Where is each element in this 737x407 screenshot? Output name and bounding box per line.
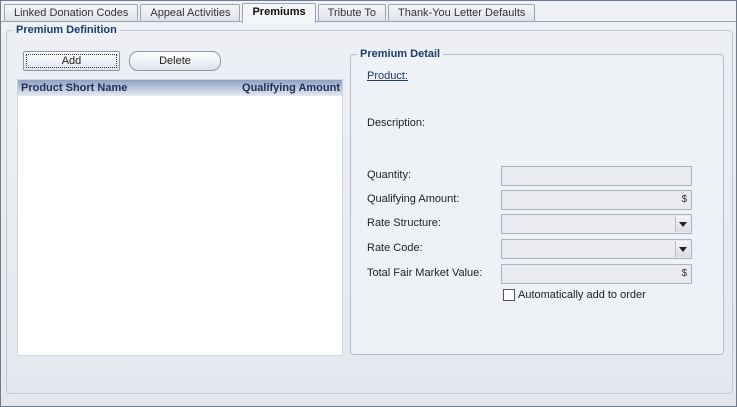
description-label: Description: xyxy=(367,117,426,129)
tab-bar: Linked Donation Codes Appeal Activities … xyxy=(4,3,537,23)
premium-grid[interactable]: Product Short Name Qualifying Amount xyxy=(17,79,343,356)
add-button[interactable]: Add xyxy=(23,51,120,71)
rate-code-label: Rate Code: xyxy=(367,242,423,254)
rate-code-select[interactable] xyxy=(501,239,692,259)
tab-divider xyxy=(1,21,736,22)
premium-definition-title: Premium Definition xyxy=(13,23,120,37)
delete-button[interactable]: Delete xyxy=(129,51,221,71)
tab-tribute-to[interactable]: Tribute To xyxy=(317,4,386,22)
auto-add-checkbox[interactable] xyxy=(503,289,515,301)
tab-thank-you-letter-defaults[interactable]: Thank-You Letter Defaults xyxy=(387,4,536,22)
qualifying-amount-label: Qualifying Amount: xyxy=(367,193,460,205)
qualifying-amount-input[interactable]: $ xyxy=(501,190,692,210)
premiums-window: Linked Donation Codes Appeal Activities … xyxy=(0,0,737,407)
tab-appeal-activities[interactable]: Appeal Activities xyxy=(140,4,241,22)
currency-symbol: $ xyxy=(681,268,687,279)
auto-add-label[interactable]: Automatically add to order xyxy=(518,289,646,301)
premium-detail-title: Premium Detail xyxy=(357,47,444,61)
quantity-label: Quantity: xyxy=(367,169,412,181)
chevron-down-icon[interactable] xyxy=(675,216,690,232)
column-header-qualifying-amount[interactable]: Qualifying Amount xyxy=(242,82,340,94)
column-header-product-short-name[interactable]: Product Short Name xyxy=(21,82,127,94)
rate-structure-label: Rate Structure: xyxy=(367,217,441,229)
currency-symbol: $ xyxy=(681,194,687,205)
total-fair-market-value-input[interactable]: $ xyxy=(501,264,692,284)
total-fair-market-value-label: Total Fair Market Value: xyxy=(367,267,483,279)
chevron-down-icon[interactable] xyxy=(675,241,690,257)
quantity-input[interactable] xyxy=(501,166,692,186)
tab-premiums[interactable]: Premiums xyxy=(242,3,316,23)
tab-linked-donation-codes[interactable]: Linked Donation Codes xyxy=(4,4,139,22)
grid-header: Product Short Name Qualifying Amount xyxy=(18,80,342,96)
product-link[interactable]: Product: xyxy=(367,70,408,82)
rate-structure-select[interactable] xyxy=(501,214,692,234)
